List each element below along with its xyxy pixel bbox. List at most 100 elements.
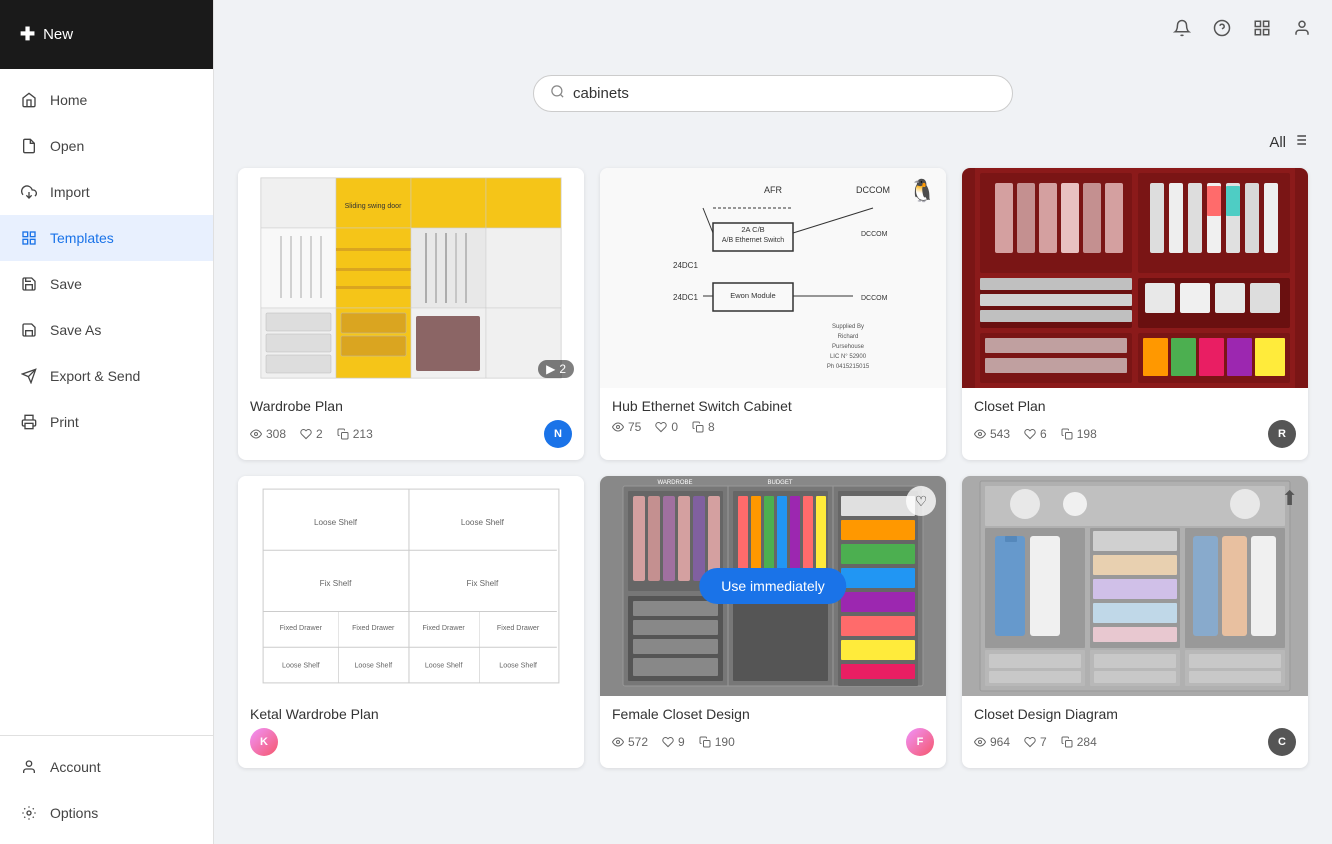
- svg-text:Pursehouse: Pursehouse: [832, 344, 865, 350]
- template-card-stats-ketal: K: [250, 728, 572, 756]
- template-card-female-closet[interactable]: WARDROBE BUDGET Use immediately ♡ Female…: [600, 476, 946, 768]
- filter-all-label: All: [1269, 134, 1286, 151]
- svg-text:24DC1: 24DC1: [673, 261, 698, 270]
- svg-text:Supplied By: Supplied By: [832, 324, 864, 330]
- copies-stat: 284: [1061, 735, 1097, 749]
- svg-text:Loose Shelf: Loose Shelf: [282, 662, 320, 670]
- new-button[interactable]: ✚ New: [0, 0, 213, 69]
- sidebar-item-save-as-label: Save As: [50, 322, 101, 338]
- heart-button[interactable]: ♡: [906, 486, 936, 516]
- save-icon: [20, 275, 38, 293]
- sidebar-bottom: Account Options: [0, 735, 213, 844]
- likes-stat: 7: [1024, 735, 1047, 749]
- notification-icon[interactable]: [1168, 14, 1196, 42]
- svg-text:Ph 0415215015: Ph 0415215015: [827, 364, 870, 370]
- template-card-info-female: Female Closet Design 572 9 190: [600, 696, 946, 768]
- filter-bar: All: [238, 132, 1308, 152]
- likes-stat: 0: [655, 420, 678, 434]
- template-card-ketal-wardrobe[interactable]: Loose Shelf Loose Shelf Fix Shelf Fix Sh…: [238, 476, 584, 768]
- options-icon: [20, 804, 38, 822]
- copies-stat: 198: [1061, 427, 1097, 441]
- svg-text:Loose Shelf: Loose Shelf: [354, 662, 392, 670]
- template-card-title-closet: Closet Plan: [974, 398, 1296, 414]
- sidebar-item-open[interactable]: Open: [0, 123, 213, 169]
- svg-text:Loose Shelf: Loose Shelf: [461, 518, 505, 527]
- template-card-image-female: WARDROBE BUDGET Use immediately ♡: [600, 476, 946, 696]
- print-icon: [20, 413, 38, 431]
- template-card-closet-plan[interactable]: Closet Plan 543 6 198: [962, 168, 1308, 460]
- svg-text:Fixed Drawer: Fixed Drawer: [280, 624, 323, 632]
- svg-text:Fixed Drawer: Fixed Drawer: [422, 624, 465, 632]
- sidebar-item-templates[interactable]: Templates: [0, 215, 213, 261]
- svg-text:Loose Shelf: Loose Shelf: [499, 662, 537, 670]
- sidebar-item-home[interactable]: Home: [0, 77, 213, 123]
- avatar: K: [250, 728, 278, 756]
- content-area: All Sliding swing door: [214, 55, 1332, 844]
- sidebar-item-import[interactable]: Import: [0, 169, 213, 215]
- copies-stat: 213: [337, 427, 373, 441]
- filter-all-button[interactable]: All: [1269, 132, 1308, 152]
- svg-text:Sliding swing door: Sliding swing door: [345, 203, 402, 210]
- user-icon[interactable]: [1288, 14, 1316, 42]
- views-stat: 572: [612, 735, 648, 749]
- open-icon: [20, 137, 38, 155]
- svg-text:Fixed Drawer: Fixed Drawer: [352, 624, 395, 632]
- sidebar-item-export-send[interactable]: Export & Send: [0, 353, 213, 399]
- svg-text:DCCOM: DCCOM: [856, 185, 890, 195]
- use-immediately-button[interactable]: Use immediately: [699, 568, 846, 604]
- svg-text:DCCOM: DCCOM: [861, 231, 888, 238]
- template-card-hub-ethernet[interactable]: AFR DCCOM 2A C/B A/B Ethernet Switch 24D…: [600, 168, 946, 460]
- template-card-title-ketal: Ketal Wardrobe Plan: [250, 706, 572, 722]
- template-card-title-closet-design: Closet Design Diagram: [974, 706, 1296, 722]
- help-icon[interactable]: [1208, 14, 1236, 42]
- sidebar-item-save[interactable]: Save: [0, 261, 213, 307]
- template-card-wardrobe-plan[interactable]: Sliding swing door: [238, 168, 584, 460]
- sidebar-item-open-label: Open: [50, 138, 84, 154]
- main-content: All Sliding swing door: [214, 0, 1332, 844]
- grid-icon[interactable]: [1248, 14, 1276, 42]
- likes-stat: 2: [300, 427, 323, 441]
- svg-text:WARDROBE: WARDROBE: [657, 480, 692, 486]
- template-card-image-wardrobe: Sliding swing door: [238, 168, 584, 388]
- svg-text:LIC N° 52900: LIC N° 52900: [830, 354, 867, 360]
- upload-icon: 🐧: [909, 178, 936, 204]
- svg-text:AFR: AFR: [764, 185, 783, 195]
- search-bar-container: [238, 75, 1308, 112]
- sidebar-item-options-label: Options: [50, 805, 98, 821]
- template-card-info-hub: Hub Ethernet Switch Cabinet 75 0 8: [600, 388, 946, 446]
- template-card-info-wardrobe: Wardrobe Plan 308 2 213: [238, 388, 584, 460]
- sidebar-item-save-label: Save: [50, 276, 82, 292]
- avatar: R: [1268, 420, 1296, 448]
- views-stat: 308: [250, 427, 286, 441]
- sidebar-item-options[interactable]: Options: [0, 790, 213, 836]
- sidebar-item-export-send-label: Export & Send: [50, 368, 140, 384]
- svg-text:A/B Ethernet Switch: A/B Ethernet Switch: [722, 237, 784, 244]
- account-icon: [20, 758, 38, 776]
- sidebar-item-home-label: Home: [50, 92, 87, 108]
- template-card-image-closet: [962, 168, 1308, 388]
- template-card-title-female: Female Closet Design: [612, 706, 934, 722]
- svg-text:24DC1: 24DC1: [673, 293, 698, 302]
- sidebar-item-import-label: Import: [50, 184, 90, 200]
- svg-text:Fix Shelf: Fix Shelf: [320, 579, 352, 588]
- new-button-label: New: [43, 26, 73, 43]
- avatar: F: [906, 728, 934, 756]
- template-card-info-closet-design: Closet Design Diagram 964 7 284: [962, 696, 1308, 768]
- search-input[interactable]: [573, 85, 996, 102]
- templates-icon: [20, 229, 38, 247]
- template-card-image-closet-design: ⬆: [962, 476, 1308, 696]
- sidebar-item-save-as[interactable]: Save As: [0, 307, 213, 353]
- plus-icon: ✚: [20, 24, 35, 45]
- sidebar-nav: Home Open Import Templates Save: [0, 69, 213, 735]
- sidebar-item-templates-label: Templates: [50, 230, 114, 246]
- template-card-closet-design[interactable]: ⬆ Closet Design Diagram 964 7: [962, 476, 1308, 768]
- svg-text:Fixed Drawer: Fixed Drawer: [497, 624, 540, 632]
- sidebar-item-account[interactable]: Account: [0, 744, 213, 790]
- svg-text:2A C/B: 2A C/B: [741, 225, 764, 234]
- template-card-stats-closet: 543 6 198 R: [974, 420, 1296, 448]
- avatar: C: [1268, 728, 1296, 756]
- sidebar-item-print[interactable]: Print: [0, 399, 213, 445]
- template-card-title-hub: Hub Ethernet Switch Cabinet: [612, 398, 934, 414]
- views-stat: 543: [974, 427, 1010, 441]
- search-icon: [550, 84, 565, 103]
